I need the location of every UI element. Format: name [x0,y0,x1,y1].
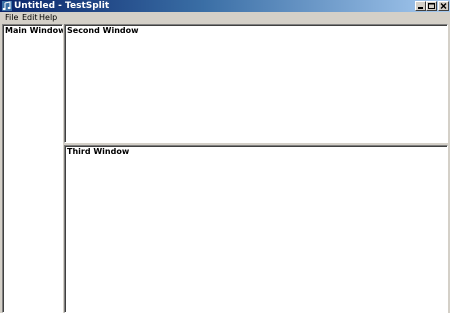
main-window-label: Main Window [5,26,66,35]
maximize-icon [428,3,435,9]
minimize-icon [418,7,423,9]
menu-help[interactable]: Help [39,12,57,23]
third-window-label: Third Window [67,147,130,156]
menu-bar: File Edit Help [0,12,450,23]
close-icon [440,3,447,9]
menu-edit[interactable]: Edit [22,12,38,23]
minimize-button[interactable] [415,1,426,11]
music-note-icon [2,1,12,11]
window-title: Untitled - TestSplit [14,1,110,11]
app-window: Untitled - TestSplit File Edit Help Main… [0,0,450,313]
maximize-button[interactable] [426,1,437,11]
main-window-pane[interactable]: Main Window [2,24,66,313]
close-button[interactable] [438,1,449,11]
menu-file[interactable]: File [5,12,18,23]
second-window-label: Second Window [67,26,139,35]
second-window-pane[interactable]: Second Window [64,24,448,143]
title-bar[interactable]: Untitled - TestSplit [0,0,450,12]
third-window-pane[interactable]: Third Window [64,145,448,313]
